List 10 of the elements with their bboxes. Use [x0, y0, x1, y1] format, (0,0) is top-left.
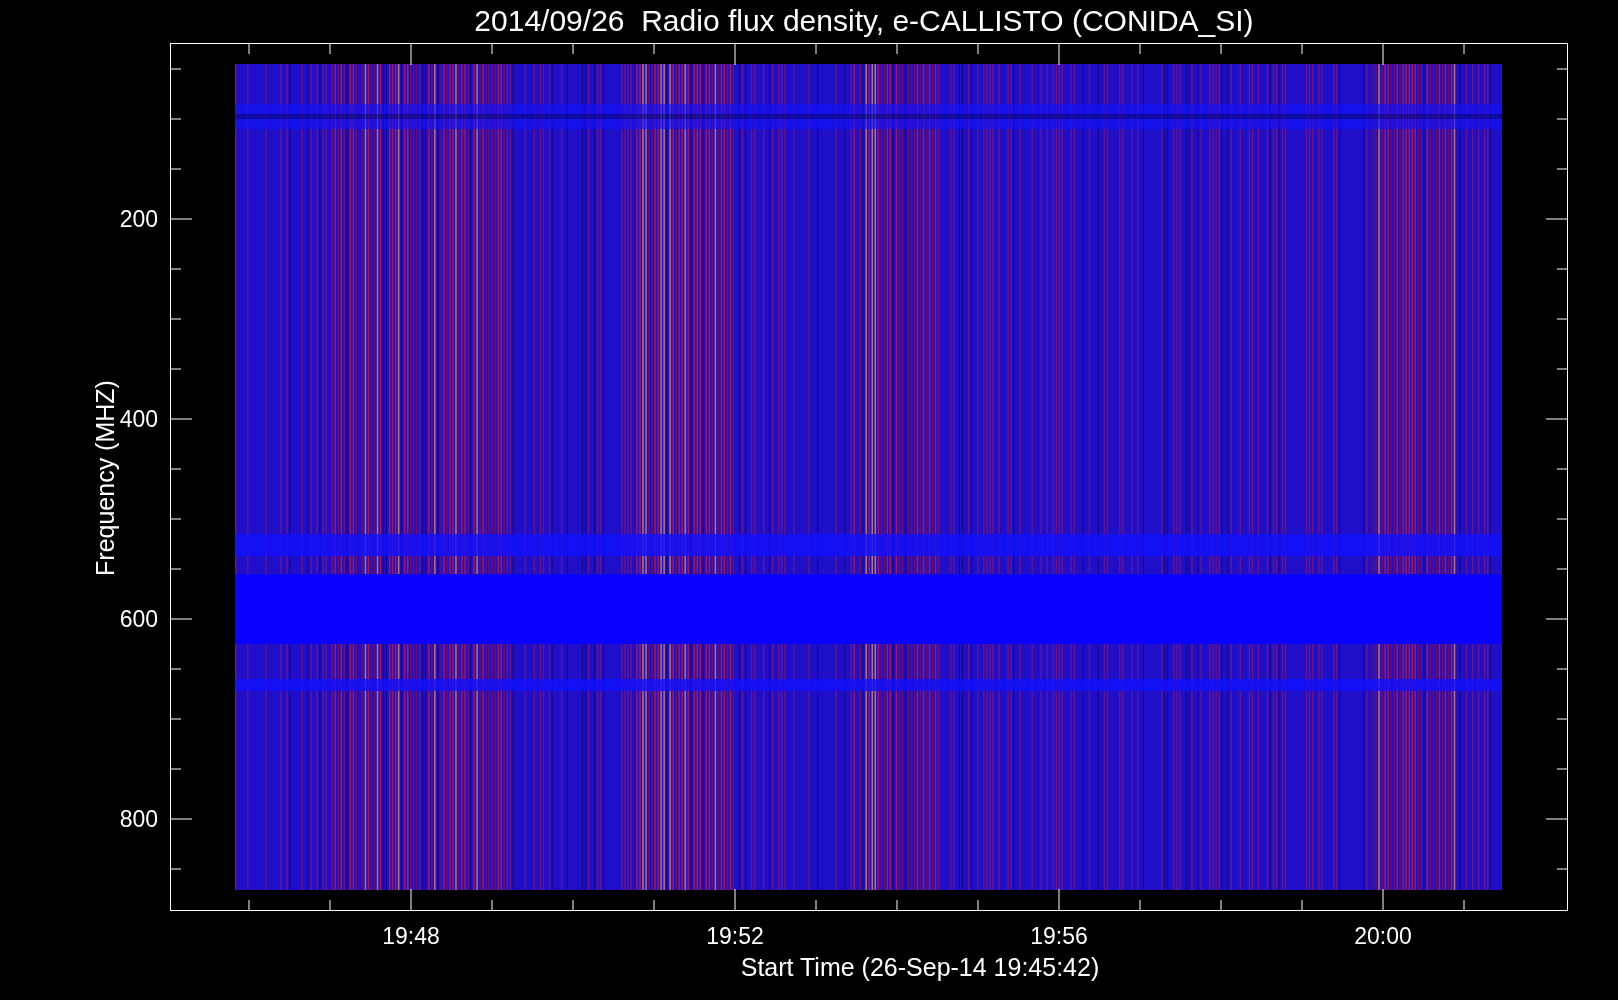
x-tick-label: 19:48	[381, 923, 441, 949]
x-axis-label: Start Time (26-Sep-14 19:45:42)	[739, 952, 1101, 982]
x-tick-label: 19:52	[705, 923, 765, 949]
y-tick-label: 200	[118, 206, 158, 232]
y-axis-label: Frequency (MHZ)	[90, 379, 120, 578]
chart-title: 2014/09/26 Radio flux density, e-CALLISTO (CONIDA_SI)	[474, 3, 1254, 39]
y-tick-label: 600	[118, 606, 158, 632]
x-tick-label: 20:00	[1353, 923, 1413, 949]
y-tick-label: 800	[118, 806, 158, 832]
x-tick-label: 19:56	[1029, 923, 1089, 949]
